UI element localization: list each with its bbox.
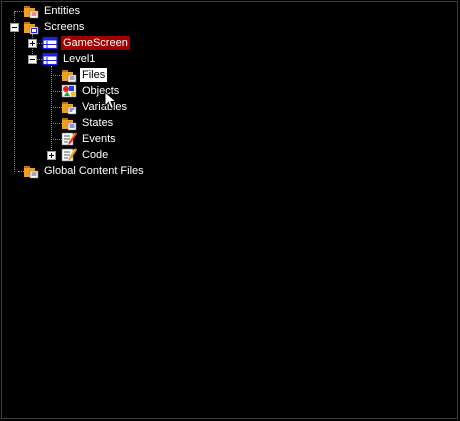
- tree-node-entities[interactable]: Entities: [23, 3, 82, 19]
- tree-node-label: Events: [82, 133, 116, 145]
- tree-node-label: Screens: [44, 21, 85, 33]
- tree-node-label: GameScreen: [61, 36, 130, 50]
- screens-collapse-toggle[interactable]: [10, 23, 19, 32]
- code-icon: [61, 147, 77, 163]
- code-expand-toggle[interactable]: [47, 151, 56, 160]
- folder-icon: [61, 99, 77, 115]
- tree-connector-root: [14, 12, 15, 172]
- tree-node-files[interactable]: Files: [61, 67, 108, 83]
- folder-icon: [61, 67, 77, 83]
- tree-node-events[interactable]: Events: [61, 131, 118, 147]
- tree-node-states[interactable]: States: [61, 115, 115, 131]
- project-tree-panel[interactable]: Entities Screens GameScreen Level1 Files…: [1, 1, 458, 419]
- folder-icon: [23, 19, 39, 35]
- screen-icon: [42, 35, 58, 51]
- tree-node-variables[interactable]: Variables: [61, 99, 129, 115]
- screen-icon: [42, 51, 58, 67]
- gamescreen-expand-toggle[interactable]: [28, 39, 37, 48]
- mouse-cursor-icon: [104, 91, 118, 110]
- objects-icon: [61, 83, 77, 99]
- tree-node-label: Global Content Files: [44, 165, 144, 177]
- tree-node-label: Level1: [63, 53, 96, 65]
- events-icon: [61, 131, 77, 147]
- tree-node-global-content-files[interactable]: Global Content Files: [23, 163, 146, 179]
- tree-connector-level1: [51, 66, 52, 156]
- folder-icon: [23, 3, 39, 19]
- folder-icon: [23, 163, 39, 179]
- tree-node-code[interactable]: Code: [61, 147, 110, 163]
- tree-node-label: Entities: [44, 5, 81, 17]
- tree-node-screens[interactable]: Screens: [23, 19, 86, 35]
- folder-icon: [61, 115, 77, 131]
- tree-node-label: Code: [82, 149, 109, 161]
- level1-collapse-toggle[interactable]: [28, 55, 37, 64]
- tree-node-gamescreen[interactable]: GameScreen: [42, 35, 130, 51]
- tree-node-label: States: [82, 117, 114, 129]
- tree-node-level1[interactable]: Level1: [42, 51, 97, 67]
- tree-node-label: Files: [80, 68, 108, 82]
